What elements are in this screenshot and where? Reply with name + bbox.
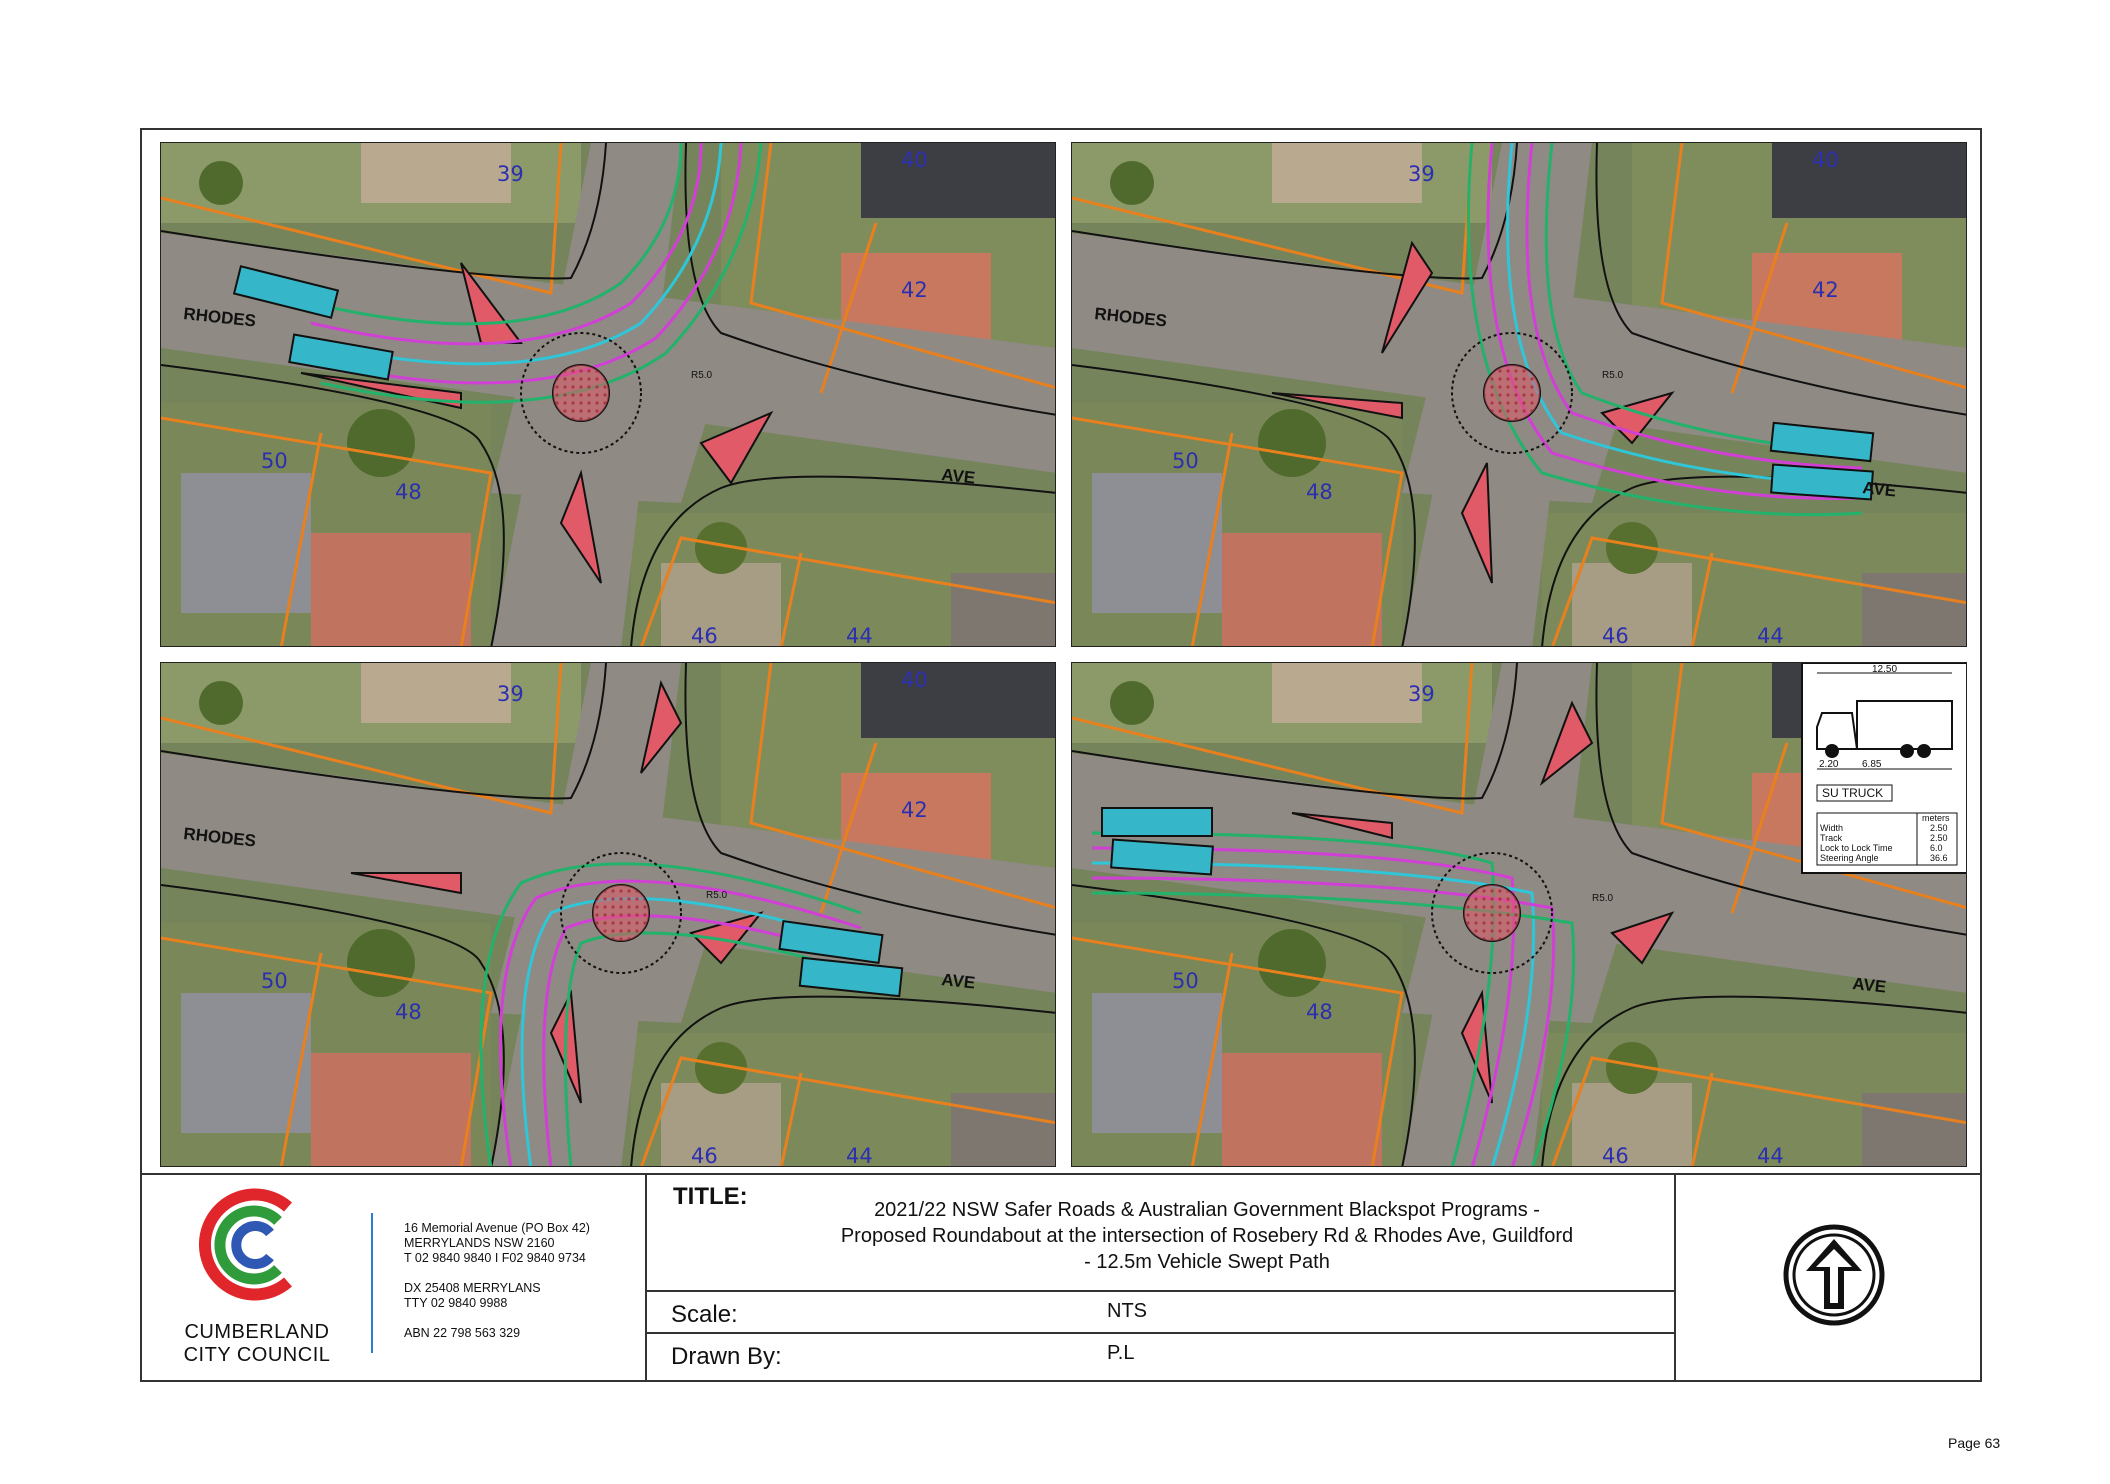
drawing-sheet: R5.0 39 40 42 50 48 46 44 RHODES AVE R5.… <box>140 128 1982 1382</box>
lot-39: 39 <box>1408 682 1435 706</box>
lot-39: 39 <box>497 682 524 706</box>
lot-46: 46 <box>1602 1144 1629 1167</box>
lot-44: 44 <box>1757 1144 1784 1167</box>
lot-39: 39 <box>497 162 524 186</box>
spec-row-label-steering: Steering Angle <box>1820 853 1879 863</box>
swept-path-panel-4: R5.0 39 50 48 46 44 AVE 12.50 2.20 6.85 … <box>1071 662 1967 1167</box>
lot-40: 40 <box>1812 148 1839 172</box>
vehicle-spec-legend: 12.50 2.20 6.85 SU TRUCK meters Width 2.… <box>1801 663 1966 874</box>
swept-path-panel-2: R5.0 39 40 42 50 48 46 44 RHODES AVE <box>1071 142 1967 647</box>
council-name: CUMBERLAND CITY COUNCIL <box>183 1321 331 1366</box>
radius-label: R5.0 <box>1602 370 1624 381</box>
title-cell: TITLE: 2021/22 NSW Safer Roads & Austral… <box>647 1175 1676 1382</box>
drawn-by-row: Drawn By: P.L <box>647 1332 1676 1382</box>
north-arrow-icon <box>1783 1224 1885 1326</box>
lot-46: 46 <box>691 624 718 647</box>
lot-48: 48 <box>1306 1000 1333 1024</box>
lot-48: 48 <box>1306 480 1333 504</box>
lot-42: 42 <box>901 798 928 822</box>
scale-label: Scale: <box>671 1301 738 1328</box>
lot-44: 44 <box>1757 624 1784 647</box>
lot-50: 50 <box>1172 969 1199 993</box>
street-label-ave: AVE <box>1862 478 1898 500</box>
street-label-ave: AVE <box>941 465 977 487</box>
spec-row-value-width: 2.50 <box>1930 823 1948 833</box>
spec-row-label-track: Track <box>1820 833 1843 843</box>
radius-label: R5.0 <box>691 370 713 381</box>
spec-row-value-steering: 36.6 <box>1930 853 1948 863</box>
radius-label: R5.0 <box>706 890 728 901</box>
lot-39: 39 <box>1408 162 1435 186</box>
swept-path-panel-3: R5.0 39 40 42 50 48 46 44 RHODES AVE <box>160 662 1056 1167</box>
council-logo-cell: CUMBERLAND CITY COUNCIL 16 Memorial Aven… <box>142 1175 647 1382</box>
lot-42: 42 <box>901 278 928 302</box>
swept-path-panel-1: R5.0 39 40 42 50 48 46 44 RHODES AVE <box>160 142 1056 647</box>
north-arrow-cell <box>1676 1175 1980 1382</box>
scale-value: NTS <box>1107 1300 1147 1322</box>
scale-row: Scale: NTS <box>647 1290 1676 1334</box>
drawn-by-label: Drawn By: <box>671 1343 782 1370</box>
spec-units: meters <box>1922 813 1950 823</box>
street-label-ave: AVE <box>1852 974 1888 996</box>
spec-row-label-width: Width <box>1820 823 1843 833</box>
spec-row-label-lock: Lock to Lock Time <box>1820 843 1893 853</box>
radius-label: R5.0 <box>1592 893 1614 904</box>
spec-dimension-top: 12.50 <box>1872 664 1897 675</box>
lot-50: 50 <box>261 969 288 993</box>
council-address: 16 Memorial Avenue (PO Box 42) MERRYLAND… <box>404 1221 590 1340</box>
spec-dimension-front: 2.20 <box>1819 759 1839 770</box>
lot-40: 40 <box>901 148 928 172</box>
logo-divider <box>371 1213 373 1353</box>
lot-42: 42 <box>1812 278 1839 302</box>
drawn-by-value: P.L <box>1107 1342 1135 1364</box>
title-block: CUMBERLAND CITY COUNCIL 16 Memorial Aven… <box>142 1173 1980 1382</box>
spec-row-value-track: 2.50 <box>1930 833 1948 843</box>
spec-dimension-wheelbase: 6.85 <box>1862 759 1882 770</box>
page-number: Page 63 <box>1948 1435 2001 1451</box>
lot-46: 46 <box>1602 624 1629 647</box>
lot-44: 44 <box>846 624 873 647</box>
spec-vehicle-name: SU TRUCK <box>1822 786 1883 800</box>
lot-48: 48 <box>395 1000 422 1024</box>
street-label-ave: AVE <box>941 970 977 992</box>
lot-50: 50 <box>1172 449 1199 473</box>
lot-46: 46 <box>691 1144 718 1167</box>
council-logo <box>199 1188 292 1301</box>
lot-48: 48 <box>395 480 422 504</box>
lot-40: 40 <box>901 668 928 692</box>
lot-44: 44 <box>846 1144 873 1167</box>
spec-row-value-lock: 6.0 <box>1930 843 1943 853</box>
drawing-title: 2021/22 NSW Safer Roads & Australian Gov… <box>840 1199 1574 1273</box>
lot-50: 50 <box>261 449 288 473</box>
